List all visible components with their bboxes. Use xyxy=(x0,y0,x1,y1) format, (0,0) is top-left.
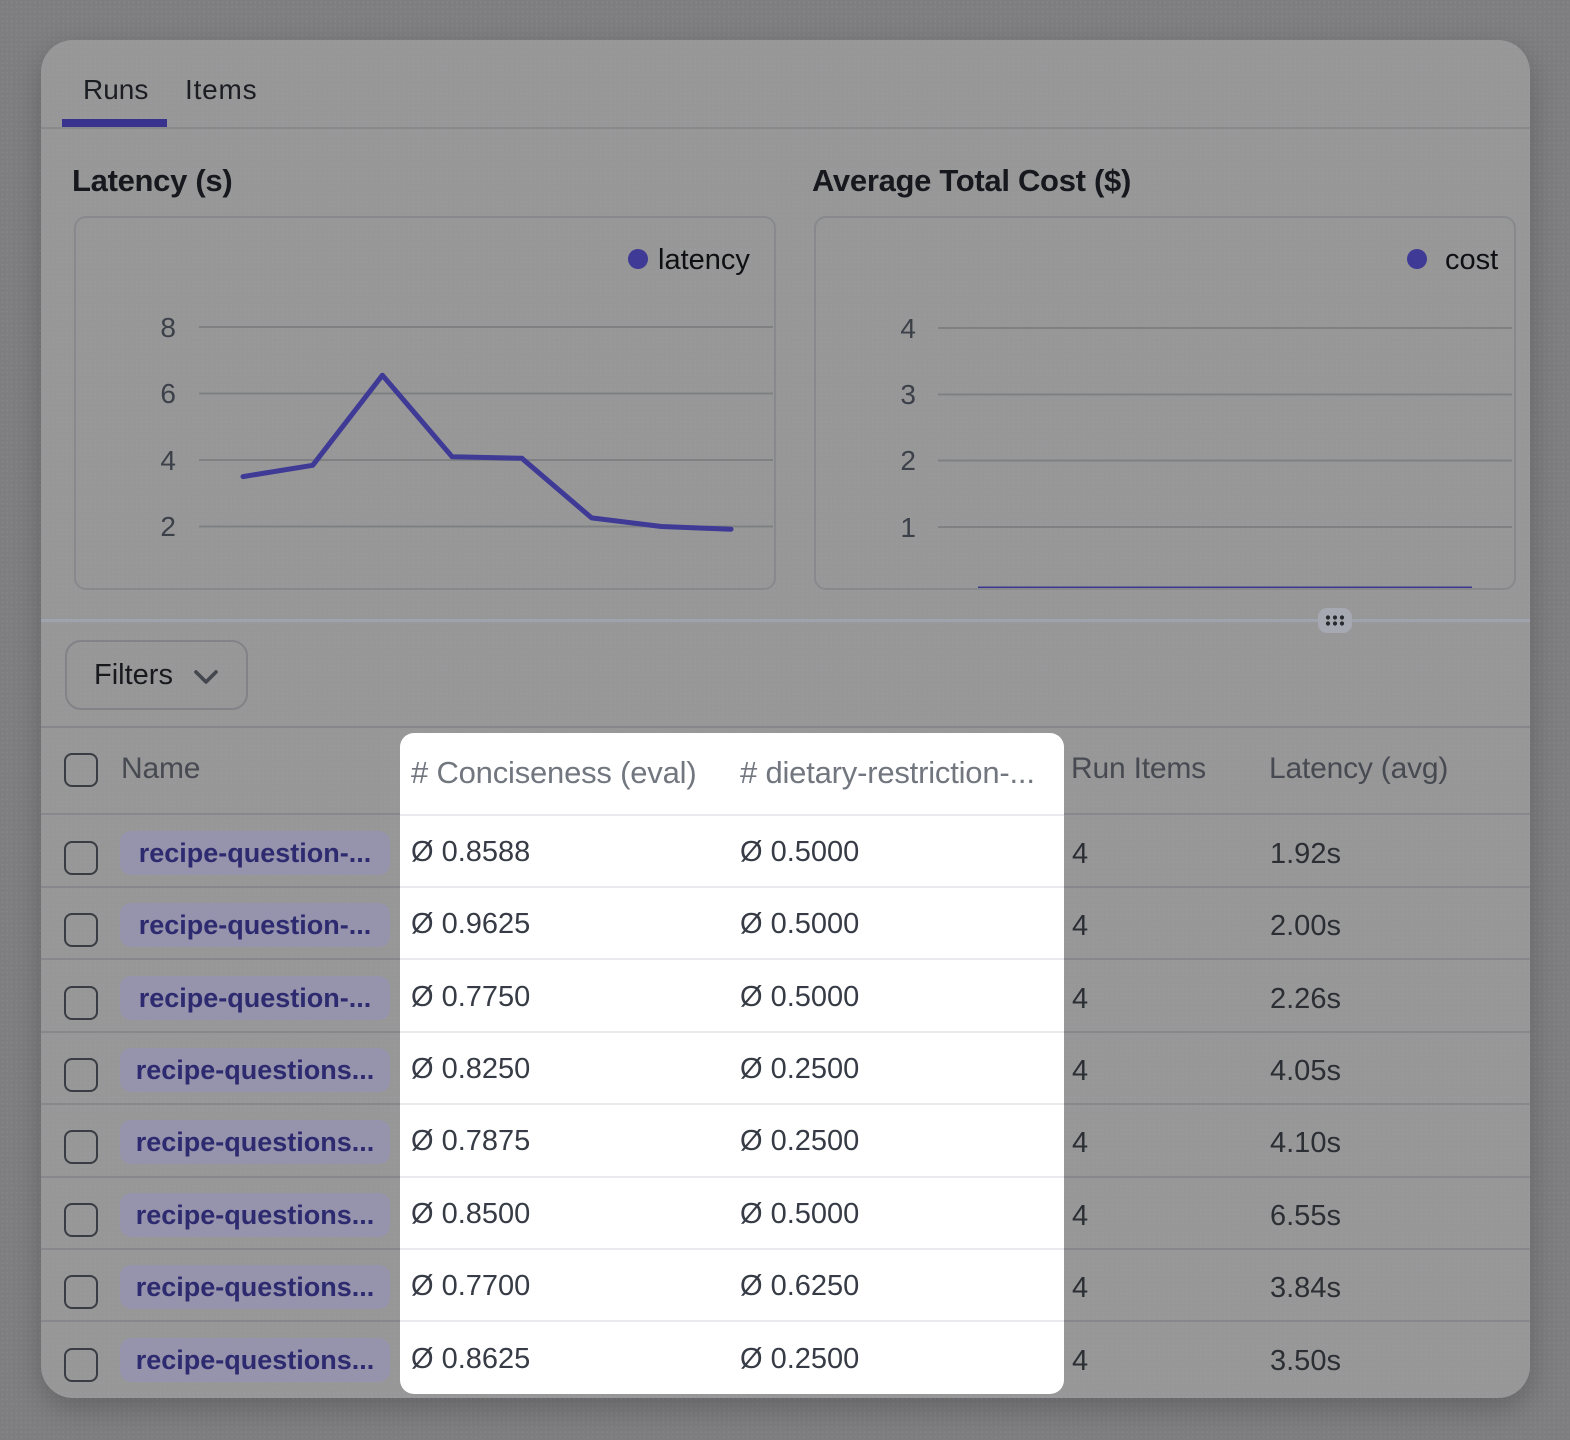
svg-text:latency: latency xyxy=(658,244,750,276)
svg-text:cost: cost xyxy=(1445,244,1498,276)
svg-text:2: 2 xyxy=(900,445,916,476)
svg-text:4: 4 xyxy=(900,313,916,344)
svg-text:8: 8 xyxy=(160,312,176,343)
svg-text:1: 1 xyxy=(900,512,916,543)
svg-text:3: 3 xyxy=(900,379,916,410)
svg-text:4: 4 xyxy=(160,445,176,476)
svg-text:6: 6 xyxy=(160,378,176,409)
svg-text:2: 2 xyxy=(160,511,176,542)
